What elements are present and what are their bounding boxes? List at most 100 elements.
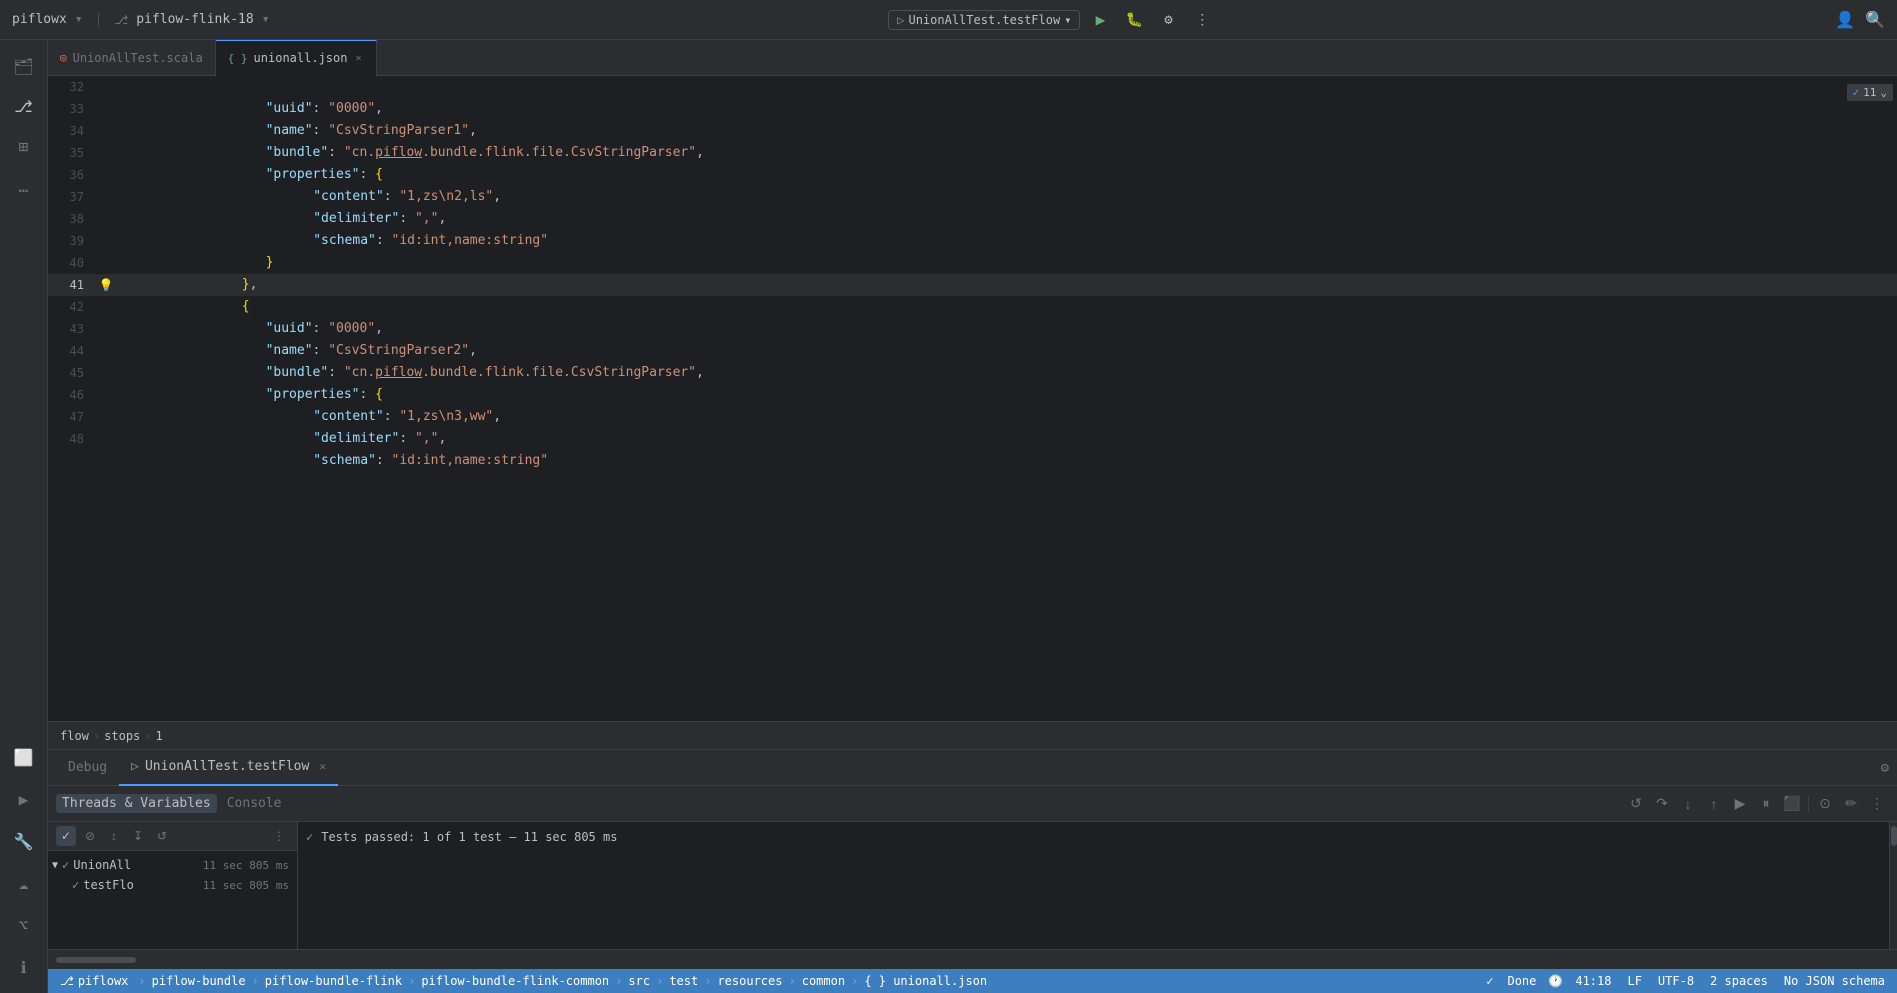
- branch-name[interactable]: piflow-flink-18: [136, 12, 253, 27]
- code-line-48: 48 "schema": "id:int,name:string": [48, 428, 1897, 450]
- tab-unionalltest-scala[interactable]: ◎ UnionAllTest.scala: [48, 40, 216, 76]
- gutter-41: 💡: [96, 274, 116, 296]
- code-line-36: 36 "content": "1,zs\n2,ls",: [48, 164, 1897, 186]
- debug-button[interactable]: 🐛: [1120, 6, 1148, 34]
- sidebar-icon-terminal[interactable]: ⬜: [6, 739, 42, 775]
- status-done-icon: ✓: [1486, 974, 1493, 988]
- sidebar-icon-structure[interactable]: ⊞: [6, 128, 42, 164]
- status-sep-7: ›: [788, 974, 795, 988]
- title-bar-center: ▷ UnionAllTest.testFlow ▾ ▶ 🐛 ⚙ ⋮: [888, 6, 1216, 34]
- toolbar-stop-btn[interactable]: ⬛: [1780, 792, 1804, 816]
- suite-expand-arrow[interactable]: ▼: [52, 860, 58, 871]
- filter-more[interactable]: ⋮: [269, 826, 289, 846]
- status-breadcrumb-piflow-bundle[interactable]: piflow-bundle: [152, 974, 246, 988]
- sidebar-icon-folder[interactable]: 🗂: [6, 48, 42, 84]
- status-encoding[interactable]: UTF-8: [1654, 974, 1698, 988]
- debug-tab-close[interactable]: ✕: [319, 760, 326, 773]
- status-position[interactable]: 41:18: [1571, 974, 1615, 988]
- status-breadcrumb-src[interactable]: src: [628, 974, 650, 988]
- filter-show-passed[interactable]: ✓: [56, 826, 76, 846]
- scala-file-icon: ◎: [60, 51, 67, 64]
- test-suite-unionall[interactable]: ▼ ✓ UnionAll 11 sec 805 ms: [48, 855, 297, 875]
- code-editor[interactable]: ✓ 11 ⌄ 32 "uuid": "0000", 33: [48, 76, 1897, 721]
- filter-sort-duration[interactable]: ↕: [104, 826, 124, 846]
- more-button[interactable]: ⋮: [1188, 6, 1216, 34]
- toolbar-bookmarks-btn[interactable]: ⊙: [1813, 792, 1837, 816]
- console-btn[interactable]: Console: [221, 794, 288, 813]
- sidebar-icon-git-bottom[interactable]: ⌥: [6, 907, 42, 943]
- title-bar-right: 👤 🔍: [1835, 10, 1885, 29]
- toolbar-resume-btn[interactable]: ▶: [1728, 792, 1752, 816]
- status-breadcrumb-common2[interactable]: common: [802, 974, 845, 988]
- status-line-ending[interactable]: LF: [1623, 974, 1645, 988]
- tab-unionall-json[interactable]: { } unionall.json ✕: [216, 40, 377, 76]
- debug-tab-debug[interactable]: Debug: [56, 750, 119, 786]
- status-breadcrumb-common[interactable]: piflow-bundle-flink-common: [421, 974, 609, 988]
- debug-right-panel: ✓ Tests passed: 1 of 1 test – 11 sec 805…: [298, 822, 1889, 949]
- toolbar-pause-btn[interactable]: ⏸: [1754, 792, 1778, 816]
- branch-chevron[interactable]: ▾: [262, 12, 270, 27]
- project-name[interactable]: piflowx: [12, 12, 67, 27]
- status-breadcrumb-test[interactable]: test: [669, 974, 698, 988]
- filter-show-ignored[interactable]: ⊘: [80, 826, 100, 846]
- status-breadcrumb-file[interactable]: { } unionall.json: [864, 974, 987, 988]
- threads-variables-btn[interactable]: Threads & Variables: [56, 794, 217, 813]
- suite-duration: 11 sec 805 ms: [203, 859, 289, 872]
- line-num-41: 41: [48, 274, 96, 296]
- status-breadcrumb-flink[interactable]: piflow-bundle-flink: [265, 974, 402, 988]
- sidebar-icon-more[interactable]: …: [6, 168, 42, 204]
- project-chevron[interactable]: ▾: [75, 12, 83, 27]
- result-text: Tests passed: 1 of 1 test – 11 sec 805 m…: [321, 830, 617, 844]
- debug-tabs: Debug ▷ UnionAllTest.testFlow ✕ ⚙: [48, 750, 1897, 786]
- tab-close-json[interactable]: ✕: [353, 53, 363, 64]
- code-line-41: 41 💡 {: [48, 274, 1897, 296]
- toolbar-more-btn[interactable]: ⋮: [1865, 792, 1889, 816]
- breadcrumb-part-1[interactable]: 1: [156, 729, 163, 743]
- sidebar-icon-services[interactable]: ☁: [6, 865, 42, 901]
- test-list: ▼ ✓ UnionAll 11 sec 805 ms ✓ testFlo 11 …: [48, 851, 297, 949]
- toolbar-sep-1: [1808, 796, 1809, 812]
- debug-testflow-label: UnionAllTest.testFlow: [145, 759, 309, 774]
- run-config[interactable]: ▷ UnionAllTest.testFlow ▾: [888, 10, 1080, 30]
- method-name: testFlo: [83, 878, 134, 892]
- horizontal-scrollbar[interactable]: [56, 957, 136, 963]
- search-icon[interactable]: 🔍: [1865, 10, 1885, 29]
- code-line-37: 37 "delimiter": ",",: [48, 186, 1897, 208]
- toolbar-step-into-btn[interactable]: ↓: [1676, 792, 1700, 816]
- settings-button[interactable]: ⚙: [1154, 6, 1182, 34]
- method-pass-icon: ✓: [72, 878, 79, 892]
- sidebar-icon-run[interactable]: ▶: [6, 781, 42, 817]
- status-branch[interactable]: ⎇ piflowx: [56, 974, 132, 988]
- filter-restart[interactable]: ↺: [152, 826, 172, 846]
- debug-panel-settings[interactable]: ⚙: [1881, 760, 1889, 776]
- status-done[interactable]: Done: [1503, 974, 1540, 988]
- toolbar-restart-btn[interactable]: ↺: [1624, 792, 1648, 816]
- toolbar-mute-btn[interactable]: ✏: [1839, 792, 1863, 816]
- line-num-47: 47: [48, 406, 96, 428]
- sidebar-icon-info[interactable]: ℹ: [6, 949, 42, 985]
- debug-tab-label: Debug: [68, 760, 107, 775]
- code-line-47: 47 "delimiter": ",",: [48, 406, 1897, 428]
- sidebar-icon-debug[interactable]: 🔧: [6, 823, 42, 859]
- breadcrumb-part-stops[interactable]: stops: [104, 729, 140, 743]
- account-icon[interactable]: 👤: [1835, 10, 1855, 29]
- status-schema[interactable]: No JSON schema: [1780, 974, 1889, 988]
- status-breadcrumb-resources[interactable]: resources: [717, 974, 782, 988]
- suite-pass-icon: ✓: [62, 858, 69, 872]
- status-sep-5: ›: [656, 974, 663, 988]
- run-button[interactable]: ▶: [1086, 6, 1114, 34]
- toolbar-step-out-btn[interactable]: ↑: [1702, 792, 1726, 816]
- breadcrumb: flow › stops › 1: [48, 721, 1897, 749]
- filter-sort-alpha[interactable]: ↧: [128, 826, 148, 846]
- run-config-name: UnionAllTest.testFlow: [908, 13, 1060, 27]
- sidebar-icon-git[interactable]: ⎇: [6, 88, 42, 124]
- status-sep-8: ›: [851, 974, 858, 988]
- status-indent[interactable]: 2 spaces: [1706, 974, 1772, 988]
- test-method-testflow[interactable]: ✓ testFlo 11 sec 805 ms: [48, 875, 297, 895]
- debug-tab-testflow[interactable]: ▷ UnionAllTest.testFlow ✕: [119, 750, 338, 786]
- line-num-44: 44: [48, 340, 96, 362]
- debug-panel: Debug ▷ UnionAllTest.testFlow ✕ ⚙ Thread…: [48, 749, 1897, 969]
- lightbulb-icon[interactable]: 💡: [99, 274, 114, 296]
- toolbar-step-over-btn[interactable]: ↷: [1650, 792, 1674, 816]
- breadcrumb-part-flow[interactable]: flow: [60, 729, 89, 743]
